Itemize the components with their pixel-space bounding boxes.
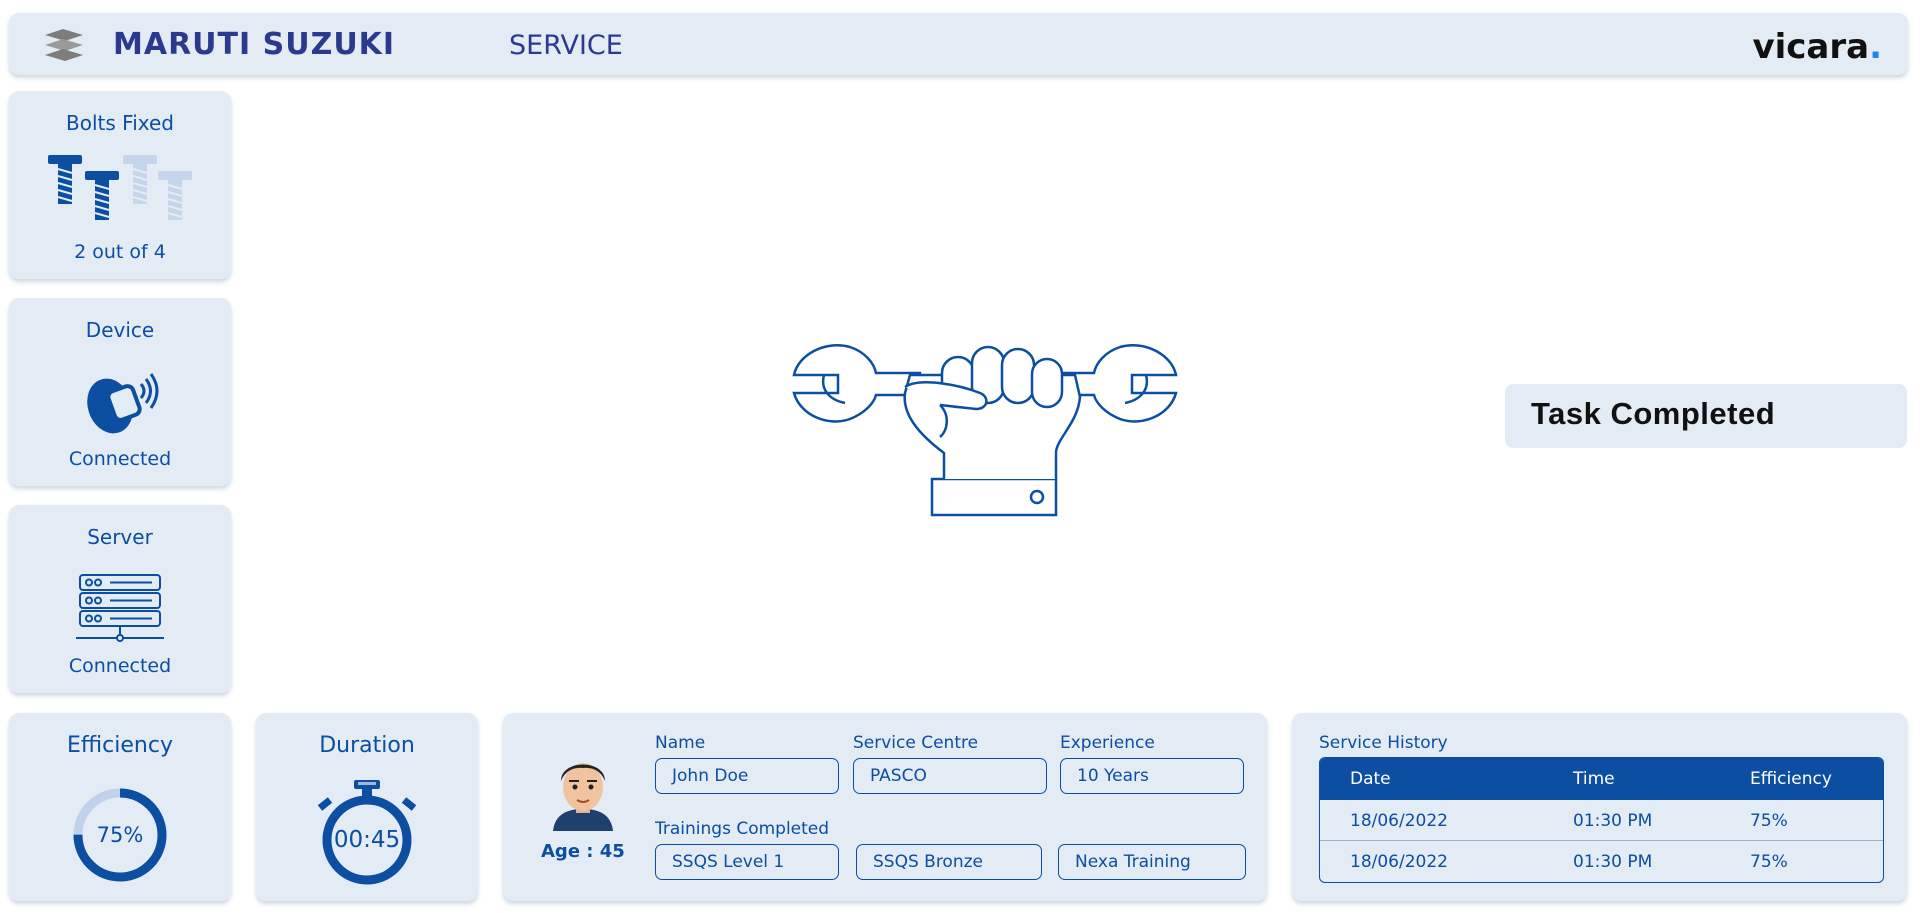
cell-date: 18/06/2022 (1350, 811, 1448, 831)
server-title: Server (87, 525, 153, 549)
name-label: Name (655, 733, 706, 753)
avatar (553, 763, 613, 831)
experience-field: 10 Years (1060, 758, 1244, 794)
trainings-label: Trainings Completed (655, 819, 830, 839)
duration-value: 00:45 (333, 827, 401, 853)
table-row: 18/06/2022 01:30 PM 75% (1320, 800, 1883, 841)
smartwatch-icon (87, 373, 159, 434)
duration-title: Duration (319, 733, 415, 758)
training-item: Nexa Training (1058, 844, 1246, 880)
device-status-card: Device Connected (9, 298, 231, 486)
server-status-card: Server Connected (9, 505, 231, 693)
vicara-logo: vicara. (1752, 27, 1882, 67)
duration-card: Duration 00:45 (256, 713, 478, 901)
column-header-efficiency: Efficiency (1750, 769, 1832, 789)
bolts-fixed-title: Bolts Fixed (66, 111, 174, 135)
name-field: John Doe (655, 758, 839, 794)
top-header-bar: MARUTI SUZUKI SERVICE vicara. (9, 13, 1908, 75)
cell-time: 01:30 PM (1573, 852, 1653, 872)
bolts-icon (48, 155, 192, 220)
column-header-time: Time (1573, 769, 1615, 789)
training-item: SSQS Bronze (856, 844, 1042, 880)
cell-efficiency: 75% (1750, 852, 1788, 872)
service-centre-field: PASCO (853, 758, 1047, 794)
service-centre-label: Service Centre (853, 733, 979, 753)
table-header-row: Date Time Efficiency (1320, 758, 1883, 800)
bolt-icon (123, 155, 157, 204)
bolt-icon (85, 171, 119, 220)
technician-profile-card: Age : 45 Name John Doe Service Centre PA… (503, 713, 1267, 901)
task-status-banner: Task Completed (1505, 384, 1907, 448)
service-history-card: Service History Date Time Efficiency 18/… (1292, 713, 1907, 901)
task-status-text: Task Completed (1531, 396, 1776, 431)
service-history-title: Service History (1319, 733, 1448, 753)
experience-label: Experience (1060, 733, 1155, 753)
training-item: SSQS Level 1 (655, 844, 839, 880)
bolt-icon (158, 171, 192, 220)
hand-wrench-icon (792, 344, 1178, 517)
efficiency-card: Efficiency 75% (9, 713, 231, 901)
cell-date: 18/06/2022 (1350, 852, 1448, 872)
brand-name: MARUTI SUZUKI (113, 27, 396, 62)
cell-time: 01:30 PM (1573, 811, 1653, 831)
column-header-date: Date (1350, 769, 1391, 789)
bolts-fixed-count: 2 out of 4 (74, 241, 166, 263)
bolt-icon (48, 155, 82, 204)
age-label: Age : 45 (541, 841, 625, 862)
bolts-fixed-card: Bolts Fixed 2 out of 4 (9, 91, 231, 279)
server-status: Connected (68, 655, 172, 677)
brand-service-label: SERVICE (509, 30, 623, 61)
efficiency-value: 75% (96, 823, 144, 847)
suzuki-logo-icon (45, 29, 83, 61)
cell-efficiency: 75% (1750, 811, 1788, 831)
efficiency-title: Efficiency (67, 733, 173, 758)
service-history-table: Date Time Efficiency 18/06/2022 01:30 PM… (1319, 757, 1884, 883)
device-status: Connected (68, 448, 172, 470)
device-title: Device (85, 318, 155, 342)
table-row: 18/06/2022 01:30 PM 75% (1320, 841, 1883, 882)
server-icon (76, 574, 164, 642)
